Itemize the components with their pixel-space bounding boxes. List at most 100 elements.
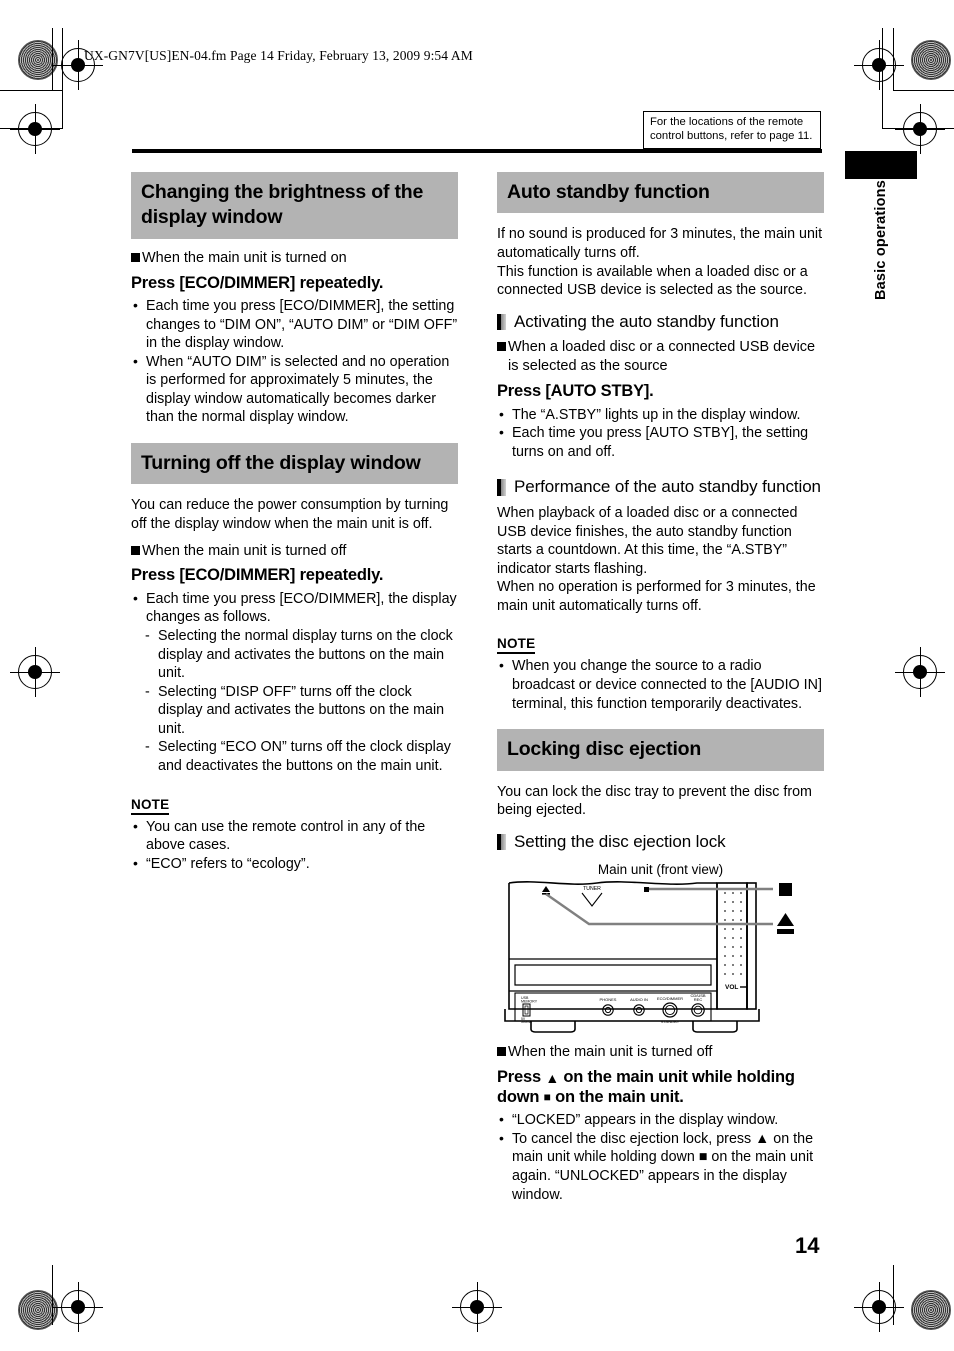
- command-press-eco-dimmer-off: Press [ECO/DIMMER] repeatedly.: [131, 566, 384, 585]
- crop-line-bottom-right-v: [893, 1265, 894, 1325]
- command-press-eject-hold-stop: Press ▲ on the main unit while holding d…: [497, 1068, 824, 1107]
- list-item: Each time you press [ECO/DIMMER], the di…: [131, 589, 458, 627]
- registration-disc-bottom-right: [911, 1290, 951, 1330]
- callout-eject-triangle-icon: [777, 913, 794, 927]
- list-item: You can use the remote control in any of…: [131, 817, 458, 855]
- subhead-main-unit-off: When the main unit is turned off: [131, 542, 458, 561]
- subheading-performance-auto-standby: Performance of the auto standby function: [497, 477, 824, 498]
- page-number: 14: [795, 1233, 820, 1258]
- side-tab-chapter-text: Basic operations: [873, 180, 889, 301]
- unit-stop-square-icon: [644, 887, 649, 893]
- svg-text:STANDBY: STANDBY: [661, 1019, 680, 1024]
- list-item: Selecting the normal display turns on th…: [143, 627, 458, 683]
- note-title-right: NOTE: [497, 636, 536, 655]
- figure-main-unit-front-view: TUNER VOL USB MEMORY 5V 500mA PHONES AUD…: [497, 881, 824, 1034]
- right-column: Auto standby function If no sound is pro…: [497, 172, 824, 1204]
- crop-line-top-right-v: [893, 28, 894, 90]
- black-square-bullet-icon: [497, 342, 506, 352]
- list-item: Selecting “ECO ON” turns off the clock d…: [143, 738, 458, 775]
- note-block-left: NOTE You can use the remote control in a…: [131, 796, 458, 874]
- figure-label-tuner: TUNER: [583, 886, 601, 892]
- callout-stop-square-icon: [779, 883, 792, 897]
- dash-list-display-options: Selecting the normal display turns on th…: [131, 627, 458, 776]
- black-square-bullet-icon: [497, 1047, 506, 1057]
- heading-turning-off-display: Turning off the display window: [131, 443, 458, 485]
- command-text-part3: on the main unit.: [550, 1087, 684, 1106]
- subheading-setting-ejection-lock: Setting the disc ejection lock: [497, 832, 824, 853]
- unit-eject-triangle-icon: [542, 886, 550, 893]
- svg-text:AUDIO IN: AUDIO IN: [630, 997, 648, 1002]
- left-column: Changing the brightness of the display w…: [131, 172, 458, 873]
- eject-triangle-icon: ▲: [545, 1070, 560, 1087]
- note-bullet-list-left: You can use the remote control in any of…: [131, 817, 458, 874]
- registration-mark-bottom-right: [854, 1282, 904, 1332]
- heading-changing-brightness: Changing the brightness of the display w…: [131, 172, 458, 239]
- list-item: Each time you press [ECO/DIMMER], the se…: [131, 296, 458, 353]
- subhead-main-unit-off-label: When the main unit is turned off: [142, 542, 347, 559]
- registration-mark-top-right: [854, 40, 904, 90]
- svg-text:500mA: 500mA: [521, 1020, 532, 1024]
- bullet-list-auto-stby: The “A.STBY” lights up in the display wi…: [497, 405, 824, 462]
- remote-reference-box: For the locations of the remote control …: [643, 111, 821, 149]
- list-item: Each time you press [AUTO STBY], the set…: [497, 423, 824, 461]
- svg-text:REC: REC: [694, 997, 703, 1002]
- crop-line-bottom-left-v: [52, 1265, 53, 1325]
- intro-auto-standby-1: If no sound is produced for 3 minutes, t…: [497, 226, 823, 261]
- registration-mark-right-upper: [895, 104, 945, 154]
- registration-mark-bottom-left: [53, 1282, 103, 1332]
- page-canvas: UX-GN7V[US]EN-04.fm Page 14 Friday, Febr…: [0, 0, 954, 1351]
- command-text-part1: Press: [497, 1068, 546, 1087]
- subhead-main-unit-on-label: When the main unit is turned on: [142, 249, 347, 266]
- registration-mark-bottom-center: [452, 1282, 502, 1332]
- figure-usb-slot: USB MEMORY 5V 500mA: [521, 996, 538, 1024]
- list-item: When “AUTO DIM” is selected and no opera…: [131, 352, 458, 427]
- crop-line-top-right-v2: [882, 28, 883, 128]
- stop-square-icon: ■: [543, 1089, 551, 1104]
- registration-mark-left-upper: [10, 104, 60, 154]
- intro-turning-off-display: You can reduce the power consumption by …: [131, 497, 449, 532]
- black-square-bullet-icon: [131, 252, 140, 262]
- subhead-main-unit-turned-off: When the main unit is turned off: [497, 1043, 824, 1062]
- svg-text:MEMORY: MEMORY: [521, 1000, 538, 1004]
- bullet-list-display-changes: Each time you press [ECO/DIMMER], the di…: [131, 589, 458, 627]
- crop-line-top-right-h: [893, 90, 954, 91]
- subhead-main-unit-on: When the main unit is turned on: [131, 249, 458, 268]
- side-tab-chapter-label: Basic operations: [845, 180, 917, 360]
- note-bullet-list-right: When you change the source to a radio br…: [497, 656, 824, 713]
- black-square-bullet-icon: [131, 545, 140, 555]
- registration-disc-top-right: [911, 40, 951, 80]
- list-item: To cancel the disc ejection lock, press …: [497, 1129, 824, 1204]
- heading-locking-disc-ejection: Locking disc ejection: [497, 729, 824, 771]
- crop-line-top-left-h: [0, 90, 62, 91]
- svg-text:ECO/DIMMER: ECO/DIMMER: [657, 996, 683, 1001]
- command-press-auto-stby: Press [AUTO STBY].: [497, 382, 654, 401]
- subhead-loaded-disc-source: When a loaded disc or a connected USB de…: [497, 338, 824, 376]
- file-header-text: UX-GN7V[US]EN-04.fm Page 14 Friday, Febr…: [84, 48, 473, 63]
- crop-line-top-left-v: [52, 28, 53, 90]
- list-item: When you change the source to a radio br…: [497, 656, 824, 713]
- list-item: The “A.STBY” lights up in the display wi…: [497, 405, 824, 425]
- subhead-loaded-disc-source-label: When a loaded disc or a connected USB de…: [508, 339, 816, 375]
- command-press-eco-dimmer-on: Press [ECO/DIMMER] repeatedly.: [131, 273, 384, 292]
- top-rule-divider: [132, 149, 822, 153]
- paragraph-performance-2: When no operation is performed for 3 min…: [497, 579, 816, 614]
- list-item: “LOCKED” appears in the display window.: [497, 1110, 824, 1130]
- heading-auto-standby: Auto standby function: [497, 172, 824, 214]
- figure-caption-main-unit: Main unit (front view): [597, 862, 724, 878]
- side-tab-marker: [845, 151, 917, 179]
- svg-text:PHONES: PHONES: [600, 997, 617, 1002]
- list-item: Selecting “DISP OFF” turns off the clock…: [143, 683, 458, 739]
- note-title-left: NOTE: [131, 797, 170, 815]
- registration-mark-right-middle: [895, 647, 945, 697]
- bullet-list-brightness: Each time you press [ECO/DIMMER], the se…: [131, 296, 458, 427]
- crop-line-top-left-v2: [62, 28, 63, 128]
- intro-auto-standby-2: This function is available when a loaded…: [497, 263, 808, 299]
- bullet-list-locking: “LOCKED” appears in the display window. …: [497, 1110, 824, 1204]
- subhead-main-unit-turned-off-label: When the main unit is turned off: [508, 1044, 713, 1061]
- callout-line-eject: [545, 893, 773, 926]
- subheading-activating-auto-standby: Activating the auto standby function: [497, 312, 824, 333]
- note-block-right: NOTE When you change the source to a rad…: [497, 635, 824, 713]
- figure-label-volume: VOL: [725, 984, 738, 991]
- registration-mark-left-middle: [10, 647, 60, 697]
- list-item: “ECO” refers to “ecology”.: [131, 854, 458, 874]
